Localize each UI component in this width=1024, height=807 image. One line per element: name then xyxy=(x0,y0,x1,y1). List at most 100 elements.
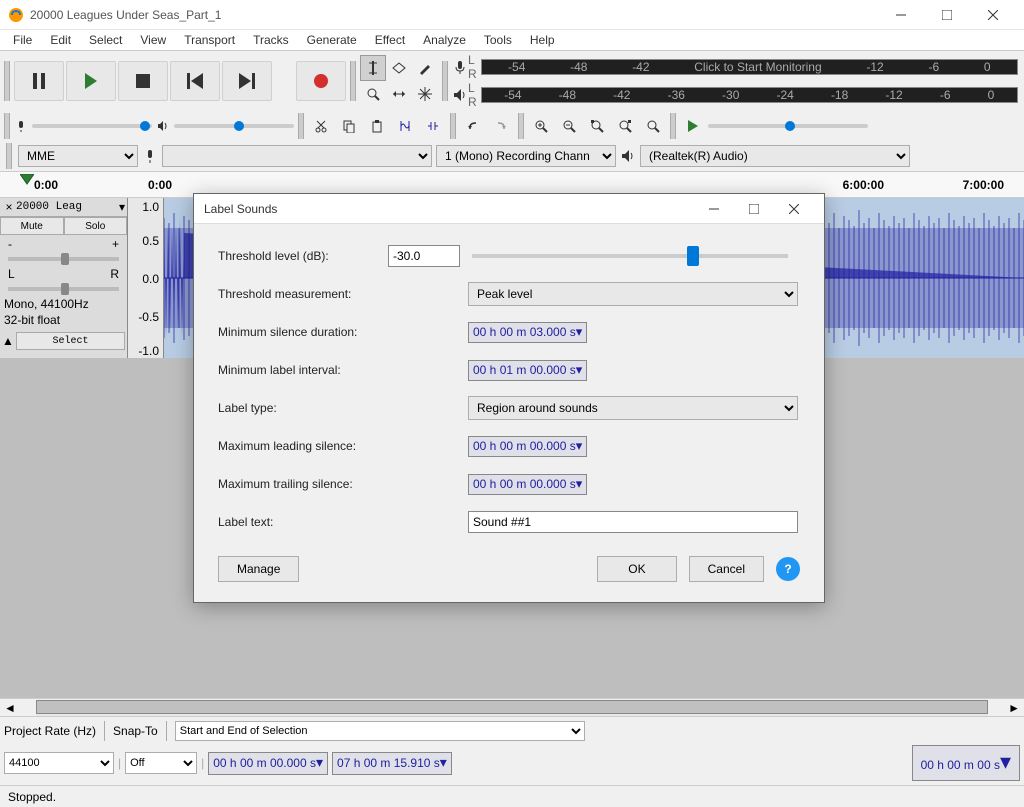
undo-icon[interactable] xyxy=(460,113,486,139)
zoom-toggle-icon[interactable] xyxy=(640,113,666,139)
draw-tool-icon[interactable] xyxy=(412,55,438,81)
dialog-maximize-button[interactable] xyxy=(734,195,774,223)
menu-analyze[interactable]: Analyze xyxy=(414,31,475,49)
playback-speed-slider[interactable] xyxy=(708,124,868,128)
label-type-select[interactable]: Region around sounds xyxy=(468,396,798,420)
threshold-slider[interactable] xyxy=(472,254,788,258)
threshold-label: Threshold level (dB): xyxy=(218,249,388,263)
manage-button[interactable]: Manage xyxy=(218,556,299,582)
menu-file[interactable]: File xyxy=(4,31,41,49)
measurement-select[interactable]: Peak level xyxy=(468,282,798,306)
menu-tracks[interactable]: Tracks xyxy=(244,31,298,49)
toolbar-grip[interactable] xyxy=(6,143,12,169)
solo-button[interactable]: Solo xyxy=(64,217,128,235)
toolbar-grip[interactable] xyxy=(4,113,10,139)
dialog-titlebar[interactable]: Label Sounds xyxy=(194,194,824,224)
menu-transport[interactable]: Transport xyxy=(175,31,244,49)
toolbar-grip[interactable] xyxy=(670,113,676,139)
playback-device-select[interactable]: (Realtek(R) Audio) xyxy=(640,145,910,167)
min-silence-label: Minimum silence duration: xyxy=(218,325,468,339)
help-button[interactable]: ? xyxy=(776,557,800,581)
recording-device-select[interactable] xyxy=(162,145,432,167)
menu-select[interactable]: Select xyxy=(80,31,131,49)
toolbar-grip[interactable] xyxy=(350,61,356,101)
fit-selection-icon[interactable] xyxy=(584,113,610,139)
recording-volume-slider[interactable] xyxy=(32,124,152,128)
toolbar-grip[interactable] xyxy=(442,61,448,101)
vertical-scale[interactable]: 1.0 0.5 0.0 -0.5 -1.0 xyxy=(128,198,164,358)
silence-icon[interactable] xyxy=(420,113,446,139)
max-leading-field[interactable]: 00 h 00 m 00.000 s▾ xyxy=(468,436,587,457)
track-name[interactable]: 20000 Leag xyxy=(16,201,119,213)
selection-mode-select[interactable]: Start and End of Selection xyxy=(175,721,585,741)
ok-button[interactable]: OK xyxy=(597,556,676,582)
track-close-button[interactable]: × xyxy=(2,200,16,214)
zoom-tool-icon[interactable] xyxy=(360,81,386,107)
selection-end-field[interactable]: 07 h 00 m 15.910 s▾ xyxy=(332,752,452,775)
fit-project-icon[interactable] xyxy=(612,113,638,139)
min-label-interval-label: Minimum label interval: xyxy=(218,363,468,377)
paste-icon[interactable] xyxy=(364,113,390,139)
threshold-input[interactable] xyxy=(388,245,460,267)
snap-to-select[interactable]: Off xyxy=(125,752,197,774)
stop-button[interactable] xyxy=(118,61,168,101)
cancel-button[interactable]: Cancel xyxy=(689,556,764,582)
zoom-out-icon[interactable] xyxy=(556,113,582,139)
audio-position-field[interactable]: 00 h 00 m 00 s▾ xyxy=(912,745,1020,781)
playback-meter[interactable]: -54-48-42-36-30-24-18-12-60 xyxy=(481,87,1018,103)
minimize-button[interactable] xyxy=(878,0,924,30)
multi-tool-icon[interactable] xyxy=(412,81,438,107)
selection-toolbar: Project Rate (Hz) Snap-To Start and End … xyxy=(0,716,1024,785)
envelope-tool-icon[interactable] xyxy=(386,55,412,81)
timeshift-tool-icon[interactable] xyxy=(386,81,412,107)
collapse-icon[interactable]: ▲ xyxy=(2,334,14,348)
toolbar-grip[interactable] xyxy=(4,61,10,101)
selection-start-field[interactable]: 00 h 00 m 00.000 s▾ xyxy=(208,752,328,775)
track-select-button[interactable]: Select xyxy=(16,332,125,350)
play-button[interactable] xyxy=(66,61,116,101)
project-rate-select[interactable]: 44100 xyxy=(4,752,114,774)
pan-slider[interactable] xyxy=(8,287,119,291)
track-menu-icon[interactable]: ▾ xyxy=(119,200,125,214)
skip-start-button[interactable] xyxy=(170,61,220,101)
min-silence-field[interactable]: 00 h 00 m 03.000 s▾ xyxy=(468,322,587,343)
close-button[interactable] xyxy=(970,0,1016,30)
menu-effect[interactable]: Effect xyxy=(366,31,414,49)
menu-generate[interactable]: Generate xyxy=(298,31,366,49)
max-trailing-field[interactable]: 00 h 00 m 00.000 s▾ xyxy=(468,474,587,495)
trim-icon[interactable] xyxy=(392,113,418,139)
audio-host-select[interactable]: MME xyxy=(18,145,138,167)
recording-channels-select[interactable]: 1 (Mono) Recording Chann xyxy=(436,145,616,167)
selection-tool-icon[interactable] xyxy=(360,55,386,81)
dialog-close-button[interactable] xyxy=(774,195,814,223)
menu-tools[interactable]: Tools xyxy=(475,31,521,49)
mute-button[interactable]: Mute xyxy=(0,217,64,235)
pause-button[interactable] xyxy=(14,61,64,101)
mic-icon xyxy=(452,59,468,75)
toolbar-grip[interactable] xyxy=(298,113,304,139)
label-text-input[interactable] xyxy=(468,511,798,533)
play-at-speed-icon[interactable] xyxy=(680,113,706,139)
copy-icon[interactable] xyxy=(336,113,362,139)
toolbar-grip[interactable] xyxy=(518,113,524,139)
gain-slider[interactable] xyxy=(8,257,119,261)
timeline-mark: 0:00 xyxy=(148,178,172,192)
status-bar: Stopped. xyxy=(0,785,1024,807)
playback-volume-slider[interactable] xyxy=(174,124,294,128)
zoom-in-icon[interactable] xyxy=(528,113,554,139)
menu-help[interactable]: Help xyxy=(521,31,564,49)
horizontal-scrollbar[interactable]: ◄ ► xyxy=(0,698,1024,716)
min-label-interval-field[interactable]: 00 h 01 m 00.000 s▾ xyxy=(468,360,587,381)
dialog-minimize-button[interactable] xyxy=(694,195,734,223)
menu-view[interactable]: View xyxy=(131,31,175,49)
skip-end-button[interactable] xyxy=(222,61,272,101)
max-leading-label: Maximum leading silence: xyxy=(218,439,468,453)
maximize-button[interactable] xyxy=(924,0,970,30)
redo-icon[interactable] xyxy=(488,113,514,139)
toolbar-grip[interactable] xyxy=(450,113,456,139)
menu-edit[interactable]: Edit xyxy=(41,31,80,49)
cut-icon[interactable] xyxy=(308,113,334,139)
recording-meter[interactable]: -54-48-42 Click to Start Monitoring -12-… xyxy=(481,59,1018,75)
record-button[interactable] xyxy=(296,61,346,101)
mic-icon xyxy=(142,148,158,164)
